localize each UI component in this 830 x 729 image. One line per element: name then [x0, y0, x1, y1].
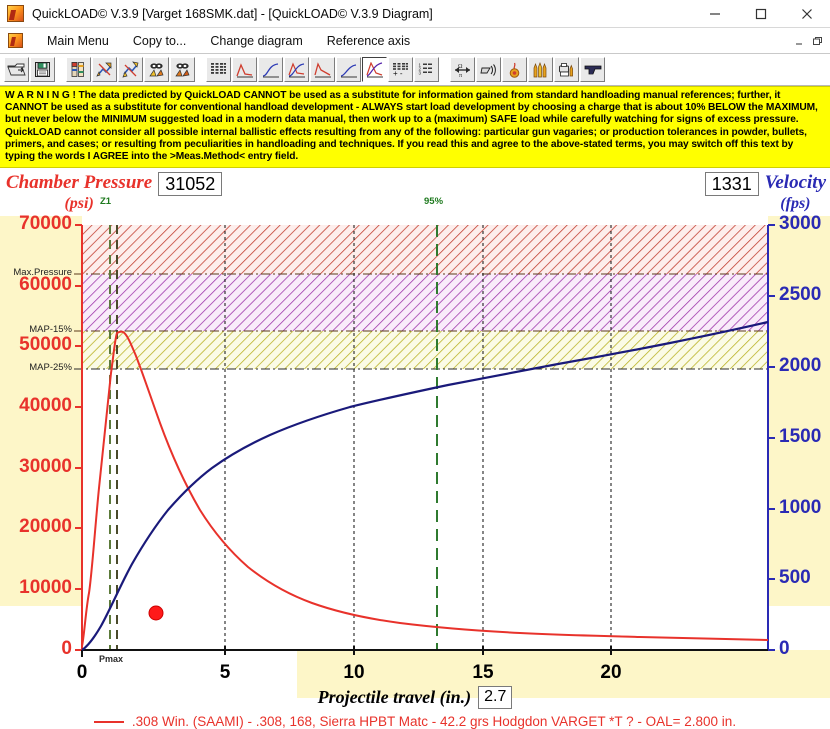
velocity-axis-ticks — [768, 224, 775, 652]
window-title: QuickLOAD© V.3.9 [Varget 168SMK.dat] - [… — [32, 6, 433, 21]
firearm-icon[interactable] — [580, 57, 605, 82]
powder-yellow-icon[interactable] — [118, 57, 143, 82]
close-icon[interactable] — [784, 0, 830, 28]
save-file-icon[interactable] — [30, 57, 55, 82]
band-map15-map25 — [82, 331, 768, 370]
ytick-50000: 50000 — [19, 334, 72, 356]
mdi-restore-icon[interactable] — [808, 32, 826, 50]
travel-value-box[interactable]: 2.7 — [478, 686, 513, 710]
combined-diagram-icon[interactable] — [362, 57, 387, 82]
hline-label-map-15: MAP-15% — [29, 324, 72, 336]
case-print-icon[interactable] — [554, 57, 579, 82]
y2tick-2500: 2500 — [779, 284, 822, 306]
toolbar: + - 1 2 3 Ω π — [0, 54, 830, 86]
travel-readout: Projectile travel (in.) 2.7 — [0, 686, 830, 710]
table-plusminus-icon[interactable]: + - — [388, 57, 413, 82]
bullet-yellow-icon[interactable] — [144, 57, 169, 82]
menu-item-copy-to[interactable]: Copy to... — [121, 32, 199, 50]
table-grid-icon[interactable] — [206, 57, 231, 82]
mdi-window-controls — [790, 28, 826, 54]
band-map-to-max — [82, 274, 768, 332]
menu-bar: Main Menu Copy to... Change diagram Refe… — [0, 28, 830, 54]
title-bar: QuickLOAD© V.3.9 [Varget 168SMK.dat] - [… — [0, 0, 830, 28]
velocity-curve — [81, 321, 769, 652]
menu-item-change-diagram[interactable]: Change diagram — [198, 32, 314, 50]
window-controls — [692, 0, 830, 28]
legend-label: .308 Win. (SAAMI) - .308, 168, Sierra HP… — [131, 714, 737, 729]
xtick-15: 15 — [472, 662, 494, 684]
svg-text:+ -: + - — [393, 69, 403, 77]
menu-item-main-menu[interactable]: Main Menu — [35, 32, 121, 50]
travel-title: Projectile travel (in.) — [317, 687, 472, 708]
marker-point — [148, 605, 164, 621]
hline-label-map-25: MAP-25% — [29, 362, 72, 374]
xtick-0: 0 — [76, 662, 88, 684]
pressure-velocity-curve-icon[interactable] — [284, 57, 309, 82]
svg-text:3: 3 — [419, 71, 422, 76]
blue-rise-curve-icon[interactable] — [336, 57, 361, 82]
y2tick-1500: 1500 — [779, 426, 822, 448]
balance-units-icon[interactable]: Ω π — [450, 57, 475, 82]
minimize-icon[interactable] — [692, 0, 738, 28]
ytick-10000: 10000 — [19, 577, 72, 599]
powder-blue-icon[interactable] — [92, 57, 117, 82]
maximize-icon[interactable] — [738, 0, 784, 28]
chart-legend: .308 Win. (SAAMI) - .308, 168, Sierra HP… — [0, 714, 830, 729]
mdi-minimize-icon[interactable] — [790, 32, 808, 50]
hline-label-max-pressure: Max.Pressure — [13, 267, 72, 279]
cartridge-compare-icon[interactable] — [528, 57, 553, 82]
y2tick-1000: 1000 — [779, 497, 822, 519]
pressure-axis-ticks — [75, 224, 82, 652]
ytick-30000: 30000 — [19, 456, 72, 478]
sound-speed-icon[interactable] — [476, 57, 501, 82]
legend-line-swatch — [93, 720, 124, 723]
mdi-child-icon — [8, 33, 23, 48]
xtick-5: 5 — [219, 662, 231, 684]
ytick-70000: 70000 — [19, 213, 72, 235]
svg-text:π: π — [459, 73, 462, 78]
y2tick-3000: 3000 — [779, 213, 822, 235]
xtick-20: 20 — [600, 662, 622, 684]
numbered-list-icon[interactable]: 1 2 3 — [414, 57, 439, 82]
pressure-curve — [81, 330, 769, 647]
powder-burn-icon[interactable] — [502, 57, 527, 82]
diagram-area: Chamber Pressure (psi) 31052 1331 Veloci… — [0, 168, 830, 729]
pressure-decay-curve-icon[interactable] — [310, 57, 335, 82]
app-logo-icon — [7, 5, 24, 22]
ytick-0: 0 — [61, 638, 72, 660]
open-file-icon[interactable] — [4, 57, 29, 82]
pressure-peak-curve-icon[interactable] — [232, 57, 257, 82]
ytick-20000: 20000 — [19, 516, 72, 538]
bullet-orange-icon[interactable] — [170, 57, 195, 82]
velocity-curve-icon[interactable] — [258, 57, 283, 82]
y2tick-2000: 2000 — [779, 355, 822, 377]
warning-banner: W A R N I N G ! The data predicted by Qu… — [0, 86, 830, 169]
band-over-max — [82, 225, 768, 275]
travel-axis-ticks — [81, 646, 612, 658]
ytick-40000: 40000 — [19, 395, 72, 417]
y2tick-500: 500 — [779, 567, 811, 589]
xtick-10: 10 — [343, 662, 365, 684]
y2tick-0: 0 — [779, 638, 790, 660]
cartridge-data-icon[interactable] — [66, 57, 91, 82]
ballistics-plot — [74, 224, 775, 658]
marker-label-pmax: Pmax — [99, 654, 124, 665]
menu-item-reference-axis[interactable]: Reference axis — [315, 32, 422, 50]
